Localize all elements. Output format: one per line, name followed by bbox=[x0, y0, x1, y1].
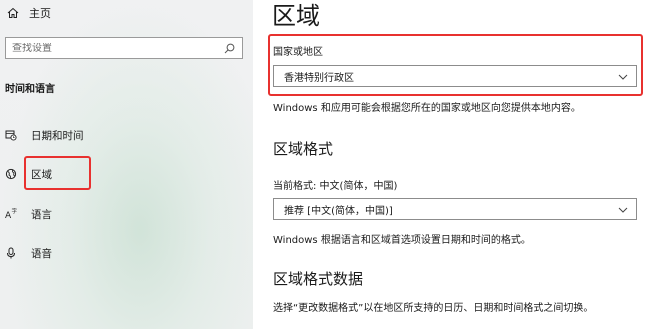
region-highlight-box bbox=[24, 156, 91, 190]
globe-icon bbox=[5, 168, 17, 180]
format-data-title: 区域格式数据 bbox=[273, 270, 364, 288]
current-format: 当前格式: 中文(简体，中国) bbox=[273, 181, 398, 192]
search-icon[interactable] bbox=[224, 43, 235, 54]
country-description: Windows 和应用可能会根据您所在的国家或地区向您提供本地内容。 bbox=[273, 103, 581, 114]
sidebar-item-label: 日期和时间 bbox=[31, 129, 84, 142]
sidebar: 主页 时间和语言 日期和时间 区域 bbox=[0, 0, 253, 329]
country-label: 国家或地区 bbox=[273, 47, 323, 58]
page-title: 区域 bbox=[272, 2, 320, 30]
sidebar-item-date-time[interactable]: 日期和时间 bbox=[5, 126, 84, 144]
home-nav-item[interactable]: 主页 bbox=[7, 6, 51, 20]
format-title: 区域格式 bbox=[273, 140, 334, 158]
format-description: Windows 根据语言和区域首选项设置日期和时间的格式。 bbox=[273, 235, 531, 246]
format-data-description: 选择“更改数据格式”以在地区所支持的日历、日期和时间格式之间切换。 bbox=[273, 303, 594, 314]
home-icon bbox=[7, 7, 19, 18]
settings-window: 主页 时间和语言 日期和时间 区域 bbox=[0, 0, 653, 329]
chevron-down-icon bbox=[618, 207, 628, 213]
home-label: 主页 bbox=[29, 7, 51, 20]
search-input[interactable] bbox=[12, 42, 212, 54]
main-content: 区域 国家或地区 香港特别行政区 Windows 和应用可能会根据您所在的国家或… bbox=[253, 0, 653, 329]
sidebar-item-speech[interactable]: 语音 bbox=[5, 244, 52, 262]
sidebar-item-label: 语言 bbox=[31, 208, 52, 221]
country-selected: 香港特别行政区 bbox=[284, 72, 354, 84]
section-title: 时间和语言 bbox=[5, 84, 55, 95]
country-dropdown[interactable]: 香港特别行政区 bbox=[273, 65, 637, 87]
sidebar-item-language[interactable]: A 字 语言 bbox=[5, 205, 52, 223]
format-selected: 推荐 [中文(简体，中国)] bbox=[284, 205, 393, 217]
search-box[interactable] bbox=[5, 37, 243, 59]
format-dropdown[interactable]: 推荐 [中文(简体，中国)] bbox=[273, 198, 637, 220]
language-icon: A 字 bbox=[5, 208, 17, 220]
calendar-clock-icon bbox=[5, 130, 17, 141]
svg-text:字: 字 bbox=[12, 208, 18, 215]
sidebar-item-label: 语音 bbox=[31, 247, 52, 260]
chevron-down-icon bbox=[618, 74, 628, 80]
microphone-icon bbox=[7, 247, 15, 259]
